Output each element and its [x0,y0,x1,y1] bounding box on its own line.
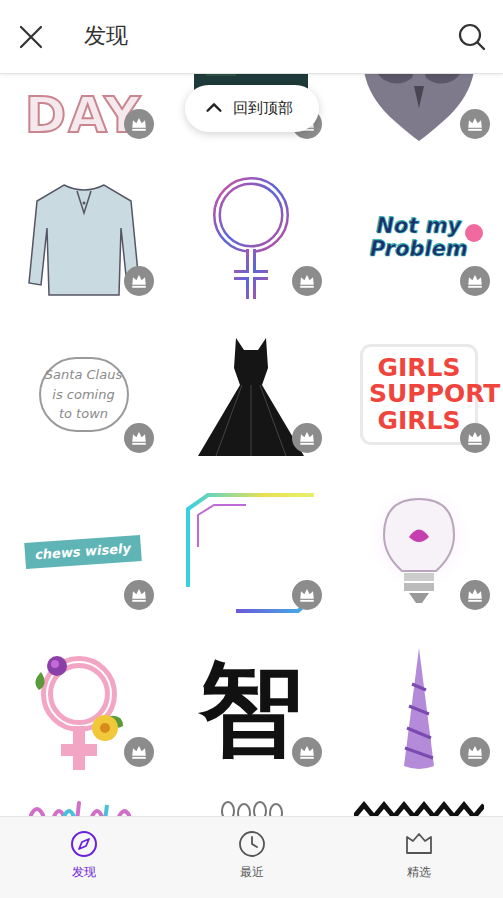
premium-badge [292,737,322,767]
sticker-art [186,801,316,817]
premium-badge [124,423,154,453]
sticker-text: 智 [199,657,303,761]
feet-icon [186,801,316,817]
sticker-text: Santa Claus is coming to town [39,357,129,432]
sticker-scroll[interactable]: DAY Not my Problem Santa Claus is coming t… [0,74,503,816]
nav-tab-label: 精选 [407,865,431,881]
page-title: 发现 [84,23,457,49]
premium-badge [292,580,322,610]
premium-badge [292,266,322,296]
sticker-item[interactable] [167,473,335,630]
sticker-text: Not my Problem [359,215,479,259]
sticker-item[interactable] [335,630,503,787]
balloon-icon [464,223,484,243]
nav-tab-label: 最近 [240,865,264,881]
crown-icon [130,115,148,133]
nav-tab-label: 发现 [72,865,96,881]
zigzag-icon [354,801,484,817]
sticker-item[interactable] [0,159,167,316]
sticker-item[interactable] [0,787,167,816]
sticker-art [19,801,149,817]
sticker-text: GIRLS SUPPORT GIRLS [363,347,475,442]
crown-icon [466,743,484,761]
sticker-item[interactable]: 智 [167,630,335,787]
sticker-item[interactable]: GIRLS SUPPORT GIRLS [335,316,503,473]
sticker-item[interactable]: chews wisely [0,473,167,630]
sticker-item[interactable]: Not my Problem [335,159,503,316]
clock-icon [237,829,267,859]
premium-badge [124,109,154,139]
nav-tab[interactable]: 最近 [168,817,336,898]
sticker-art [354,801,484,817]
premium-badge [460,109,490,139]
sticker-item[interactable] [167,159,335,316]
sticker-grid: DAY Not my Problem Santa Claus is coming t… [0,74,503,816]
search-icon [457,22,487,52]
premium-badge [460,580,490,610]
crown-icon [466,115,484,133]
top-bar: 发现 [0,0,503,74]
content-area: DAY Not my Problem Santa Claus is coming t… [0,74,503,816]
crown-icon [466,429,484,447]
nav-tab[interactable]: 精选 [335,817,503,898]
search-button[interactable] [457,22,487,52]
sticker-item[interactable] [335,787,503,816]
crown-icon [466,272,484,290]
premium-badge [124,737,154,767]
close-icon [16,22,46,52]
premium-badge [460,423,490,453]
sticker-item[interactable]: DAY [0,74,167,159]
crown-icon [298,272,316,290]
chevron-up-icon [203,97,225,119]
crown-icon [130,586,148,604]
sticker-item[interactable] [0,630,167,787]
crown-icon [298,586,316,604]
premium-badge [460,737,490,767]
compass-icon [69,829,99,859]
crown-icon [130,743,148,761]
crown-icon [130,272,148,290]
sticker-item[interactable] [335,473,503,630]
nav-tab[interactable]: 发现 [0,817,168,898]
premium-badge [292,423,322,453]
bottom-nav: 发现 最近 精选 [0,816,503,898]
sticker-item[interactable] [167,316,335,473]
close-button[interactable] [16,22,46,52]
crown-icon [298,743,316,761]
back-to-top-button[interactable]: 回到顶部 [185,85,319,132]
sticker-text: chews wisely [25,535,143,569]
premium-badge [460,266,490,296]
premium-badge [124,266,154,296]
crown-icon [298,429,316,447]
crown-box-icon [404,829,434,859]
sticker-item[interactable]: Santa Claus is coming to town [0,316,167,473]
strokes-icon [19,801,149,817]
crown-icon [466,586,484,604]
crown-icon [130,429,148,447]
premium-badge [124,580,154,610]
sticker-item[interactable] [167,787,335,816]
sticker-item[interactable] [335,74,503,159]
back-to-top-label: 回到顶部 [233,97,293,120]
